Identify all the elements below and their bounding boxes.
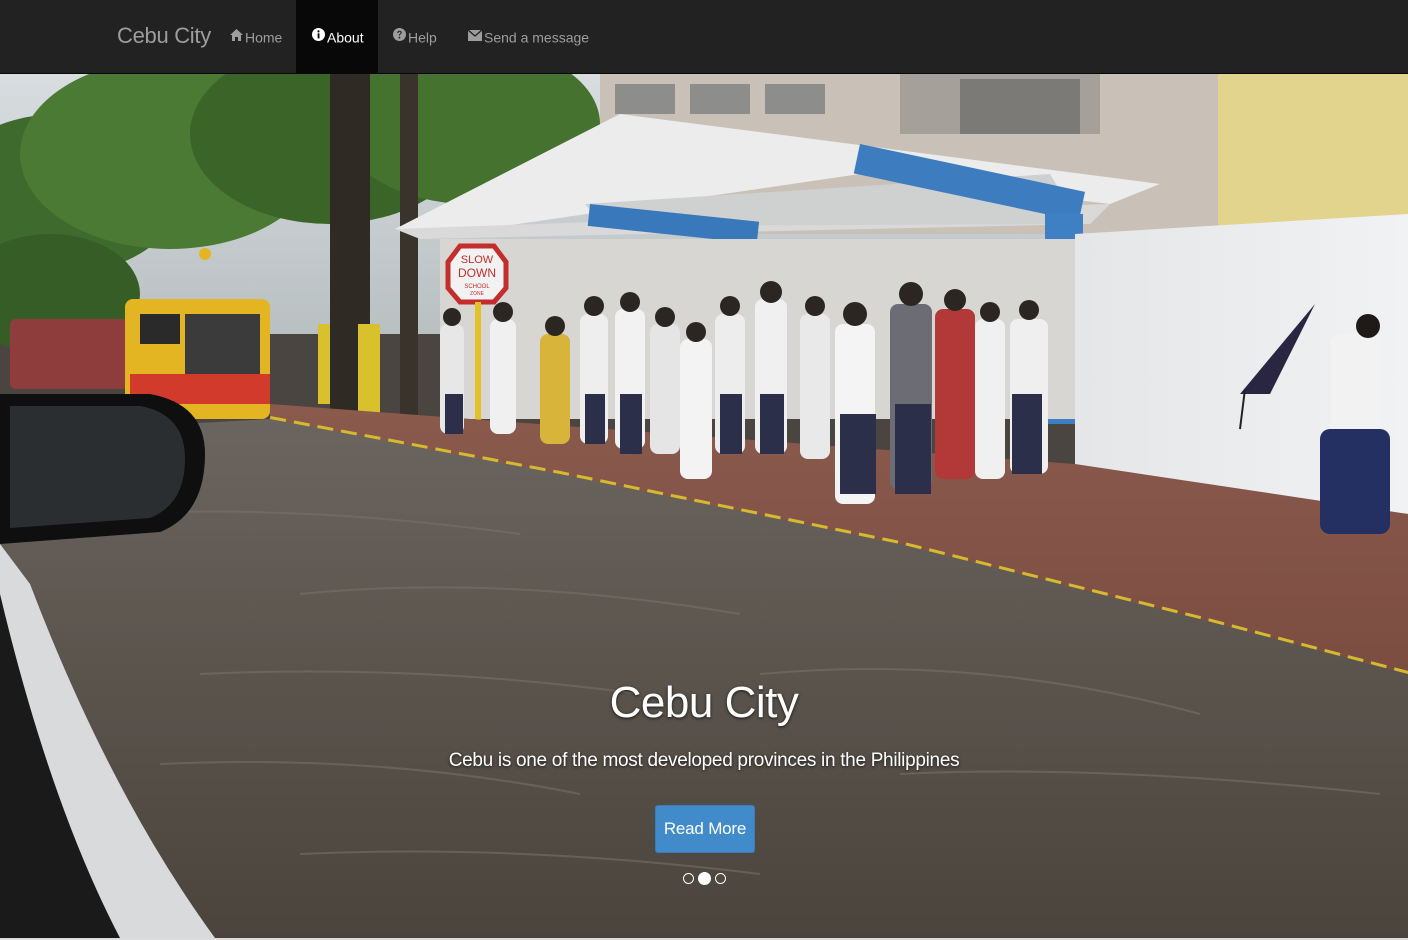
envelope-icon [467,0,483,72]
carousel-caption-title: Cebu City [609,678,799,727]
navbar: Cebu City Home About Help Send a message [0,0,1408,74]
nav-label-help: Help [408,29,437,46]
slow-sign-line-3: SCHOOL [464,284,490,290]
slow-sign-line-1: SLOW [461,254,494,266]
carousel-indicator-3[interactable] [714,873,726,884]
nav-item-send-message[interactable]: Send a message [456,0,592,73]
hero-carousel: SLOW DOWN SCHOOL ZONE Cebu City Cebu is … [0,74,1408,938]
home-icon [230,0,243,72]
nav-item-help[interactable]: Help [381,0,453,73]
nav-label-send-message: Send a message [484,29,590,46]
carousel-indicators [0,872,1408,885]
nav-label-home: Home [245,29,283,46]
slow-sign-line-2: DOWN [458,266,496,280]
nav-item-about[interactable]: About [296,0,378,73]
navbar-brand[interactable]: Cebu City [117,0,211,73]
nav-label-about: About [327,29,364,46]
carousel-caption-text: Cebu is one of the most developed provin… [448,750,960,771]
question-icon [393,0,406,72]
carousel-indicator-1[interactable] [682,873,694,884]
info-icon [312,0,325,72]
read-more-button[interactable]: Read More [655,805,755,853]
slow-sign-line-4: ZONE [470,291,485,297]
carousel-indicator-2[interactable] [697,872,711,885]
nav-item-home[interactable]: Home [218,0,292,73]
